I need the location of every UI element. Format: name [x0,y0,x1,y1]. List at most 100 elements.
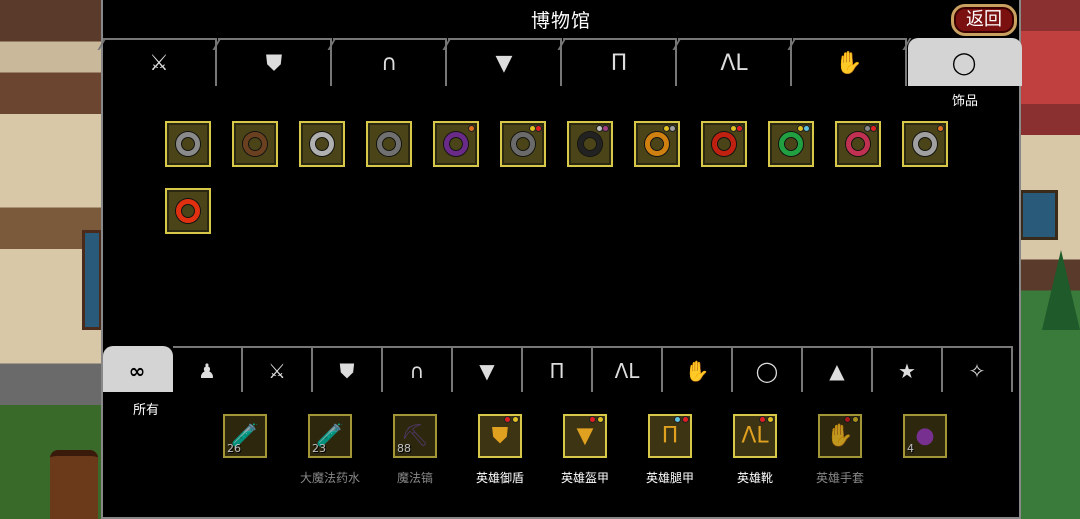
tab-shield[interactable]: ⛊ [218,38,332,86]
item-name: 英雄手套 [815,471,864,485]
page-title: 博物馆 [530,10,591,32]
helmet-icon: ∩ [380,51,398,76]
inventory-bar: 🧪 26 🧪 23 大魔法药水 ⛏ 88 魔法镐 ⛊ 英雄御盾 ▼ 英雄盔甲 Π 英雄腿甲 ɅL 英雄靴 ✋ 英雄… [203,412,1015,492]
tab-helmet[interactable]: ∩ [333,38,447,86]
inventory-item[interactable]: ● 4 [883,412,967,492]
gem-icon [682,416,689,423]
gem-icon [674,416,681,423]
gem-icon [589,416,596,423]
filter-tab-magic[interactable]: ✧ [943,346,1013,392]
item-slot: 🧪 23 [308,414,352,458]
item-count: 23 [312,442,326,455]
ring-icon: ◯ [951,51,977,76]
inventory-item[interactable]: ⛏ 88 魔法镐 [373,412,457,492]
item-icon: Π [661,423,679,449]
glove-icon: ✋ [684,359,710,383]
gem-icon [844,416,851,423]
filter-tab-shield[interactable]: ⛊ [313,346,383,392]
item-slot: Π [648,414,692,458]
infinity-icon: ∞ [128,359,146,383]
item-slot: ● 4 [903,414,947,458]
ring-icon [444,132,468,156]
filter-tab-weapon[interactable]: ⚔ [243,346,313,392]
gem-icon [852,416,859,423]
museum-item-slot[interactable] [768,121,814,167]
filter-tab-consumable[interactable]: ♟ [173,346,243,392]
tab-gloves[interactable]: ✋ [793,38,907,86]
equipment-category-tabs: ⚔ ⛊ ∩ ▼ Π ɅL ✋ ◯ [103,38,1022,86]
armor-icon: ▼ [495,51,513,76]
inventory-item[interactable]: ✋ 英雄手套 [798,412,882,492]
museum-panel: 博物馆 返回 ⚔ ⛊ ∩ ▼ Π ɅL ✋ ◯ 饰品 ∞ ♟ ⚔ ⛊ ∩ ▼ Π ɅL ✋ ◯ ▲ ★ ✧ 所有 🧪 2… [101,0,1022,519]
museum-item-slot[interactable] [165,188,211,234]
filter-tab-boots[interactable]: ɅL [593,346,663,392]
museum-item-slot[interactable] [701,121,747,167]
background-window [82,230,102,330]
gem-icon [535,125,542,132]
gem-icon [767,416,774,423]
ring-icon [578,132,602,156]
shield-icon: ⛊ [265,51,283,76]
back-button[interactable]: 返回 [951,4,1017,36]
item-slot: ⛊ [478,414,522,458]
museum-item-slot[interactable] [433,121,479,167]
filter-tab-armor[interactable]: ▼ [453,346,523,392]
item-icon: ⛊ [491,423,509,449]
inventory-item[interactable]: ɅL 英雄靴 [713,412,797,492]
gem-icon [864,125,871,132]
background-window [1020,190,1058,240]
museum-item-slot[interactable] [366,121,412,167]
tab-accessory[interactable]: ◯ [908,38,1022,86]
museum-item-slot[interactable] [567,121,613,167]
legs-icon: Π [610,51,628,76]
ring-icon [176,132,200,156]
item-count: 26 [227,442,241,455]
museum-item-slot[interactable] [165,121,211,167]
tab-weapon[interactable]: ⚔ [103,38,217,86]
gem-icon [803,125,810,132]
filter-tab-helmet[interactable]: ∩ [383,346,453,392]
tab-boots[interactable]: ɅL [678,38,792,86]
tab-armor[interactable]: ▼ [448,38,562,86]
background-right [1020,0,1080,519]
filter-tab-ring[interactable]: ◯ [733,346,803,392]
ring-icon [645,132,669,156]
ring-icon [511,132,535,156]
gem-icon [937,125,944,132]
item-slot: ✋ [818,414,862,458]
gem-icon [730,125,737,132]
barrel [50,450,98,519]
gem-icon [602,125,609,132]
filter-tab-all[interactable]: ∞ [103,346,173,392]
inventory-item[interactable]: 🧪 26 [203,412,287,492]
museum-item-slot[interactable] [902,121,948,167]
item-slot: ▼ [563,414,607,458]
gem-icon [759,416,766,423]
museum-item-slot[interactable] [232,121,278,167]
inventory-item[interactable]: ⛊ 英雄御盾 [458,412,542,492]
filter-tab-material[interactable]: ▲ [803,346,873,392]
ring-icon [243,132,267,156]
tab-legs[interactable]: Π [563,38,677,86]
gem-icon [870,125,877,132]
gem-icon [736,125,743,132]
ring-icon [377,132,401,156]
item-count: 88 [397,442,411,455]
filter-tab-special[interactable]: ★ [873,346,943,392]
inventory-item[interactable]: ▼ 英雄盔甲 [543,412,627,492]
museum-item-slot[interactable] [835,121,881,167]
item-icon: ● [915,423,935,449]
sword-icon: ⚔ [149,51,169,76]
item-icon: ▼ [576,423,594,449]
ring-icon [779,132,803,156]
filter-tab-gloves[interactable]: ✋ [663,346,733,392]
inventory-item[interactable]: 🧪 23 大魔法药水 [288,412,372,492]
museum-item-slot[interactable] [299,121,345,167]
item-icon: ✋ [826,423,854,449]
museum-item-slot[interactable] [634,121,680,167]
gem-icon [596,125,603,132]
inventory-item[interactable]: Π 英雄腿甲 [628,412,712,492]
filter-tab-legs[interactable]: Π [523,346,593,392]
wand-icon: ✧ [968,359,986,383]
museum-item-slot[interactable] [500,121,546,167]
